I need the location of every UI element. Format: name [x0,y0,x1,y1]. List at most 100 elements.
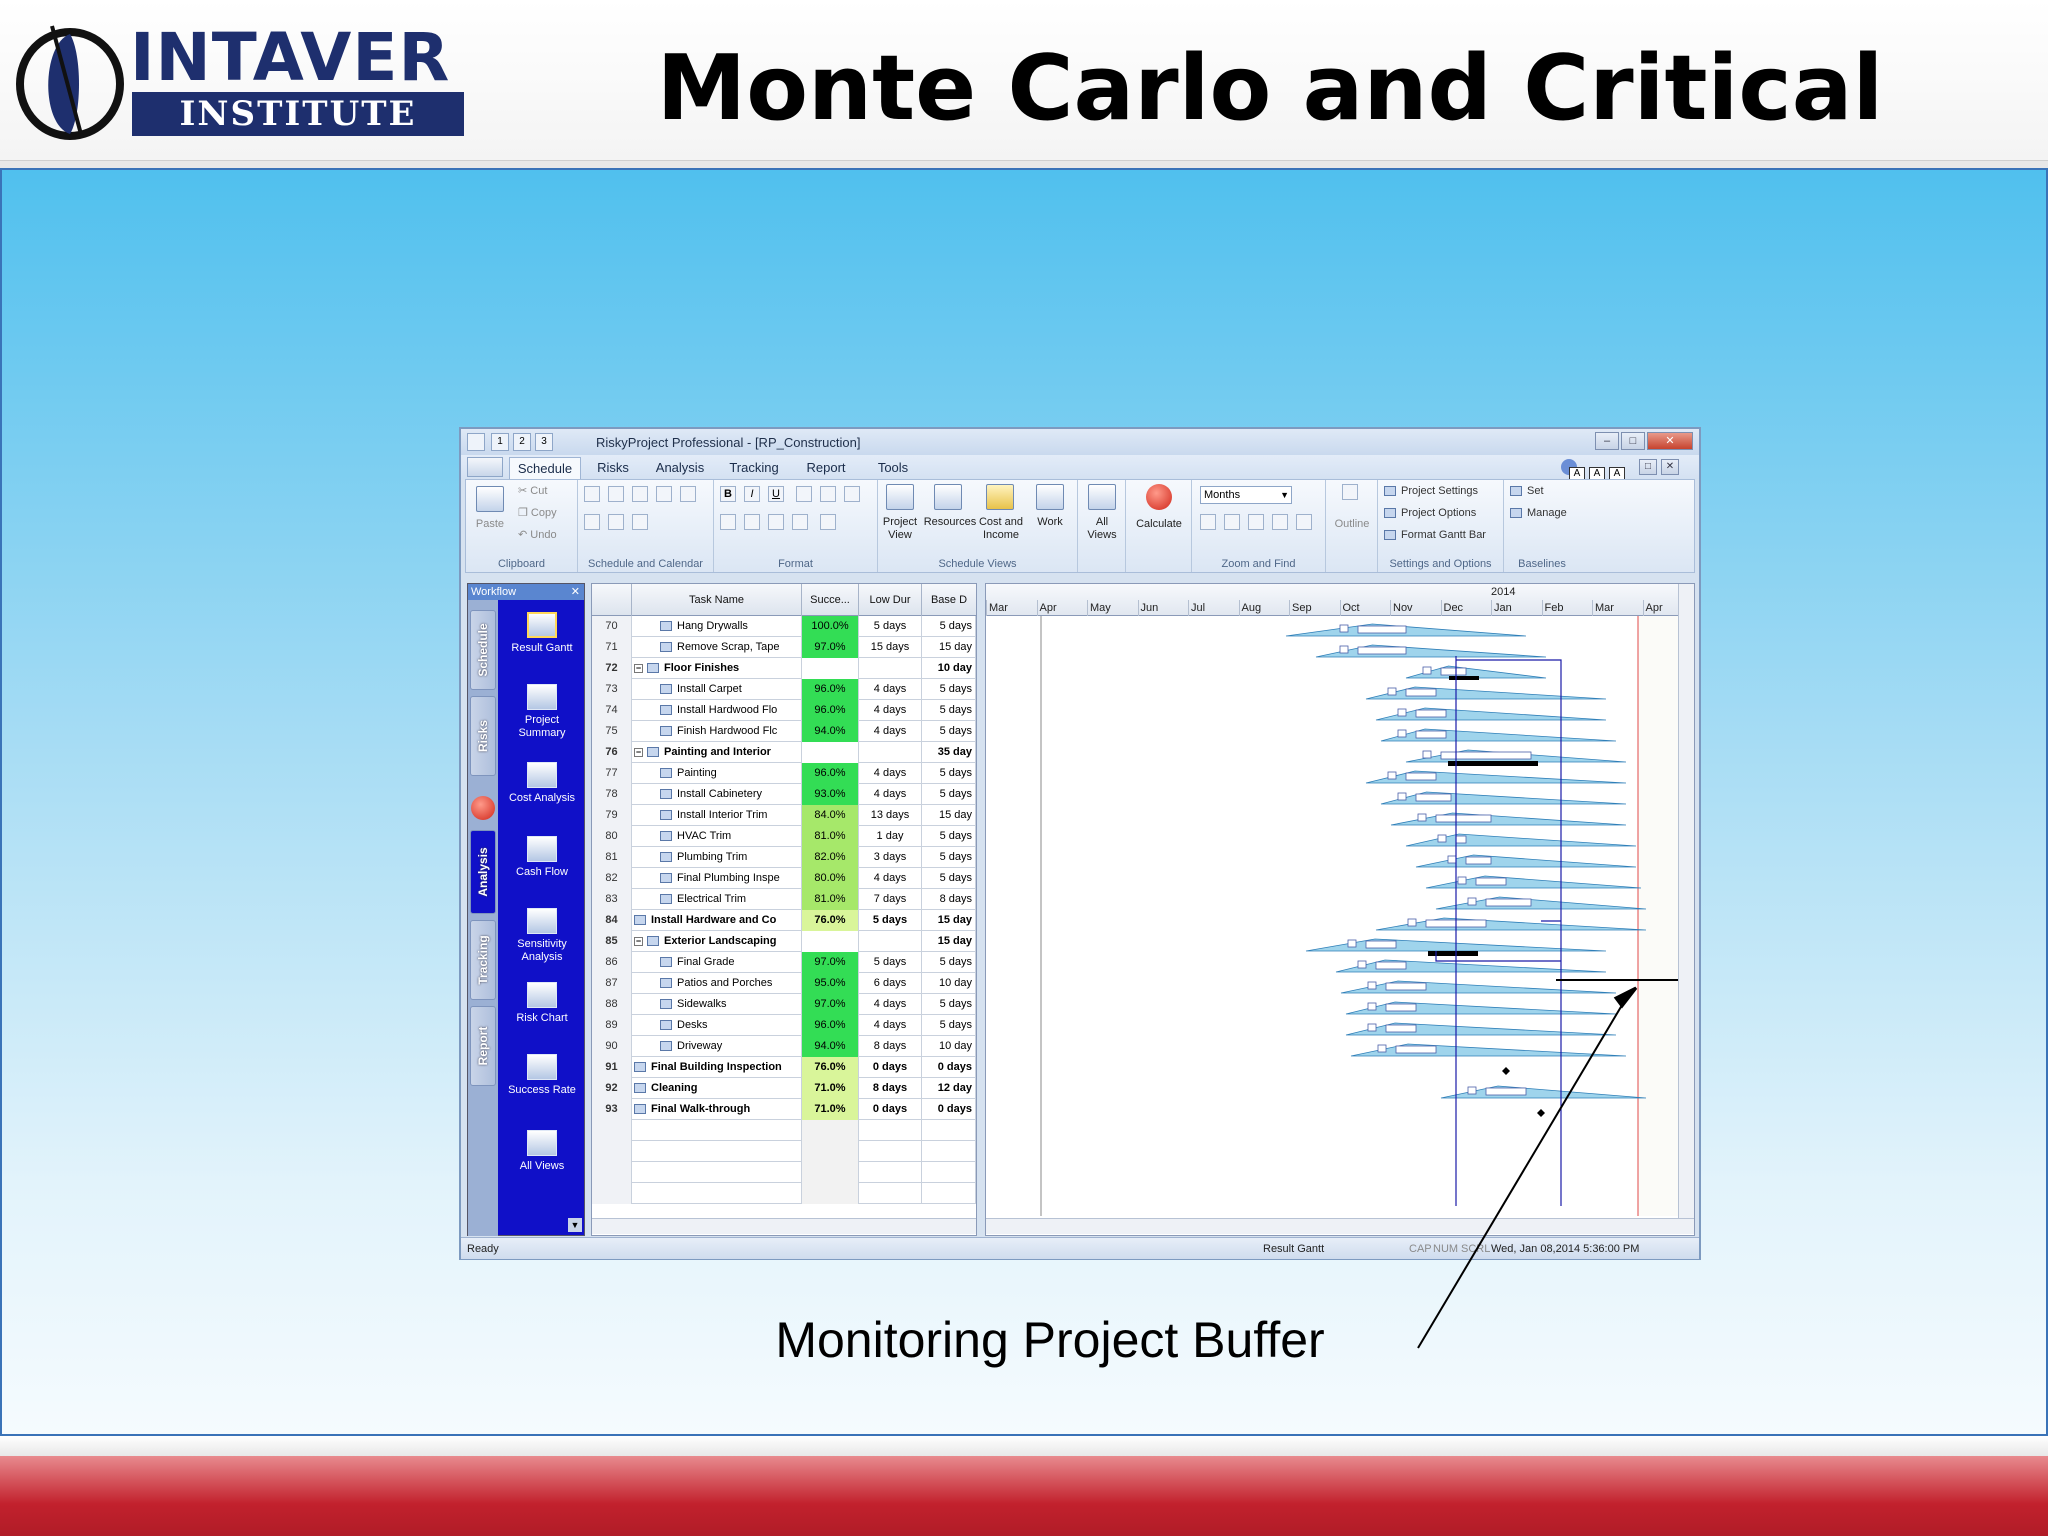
table-row[interactable]: 74 Install Hardwood Flo 96.0% 4 days 5 days [592,700,976,721]
format-icon-1[interactable] [720,514,736,530]
collapse-icon[interactable]: − [634,936,643,946]
align-right-icon[interactable] [844,486,860,502]
project-options-button[interactable]: Project Options [1384,506,1476,520]
calculate-button[interactable]: Calculate [1128,518,1190,531]
format-icon-4[interactable] [792,514,808,530]
table-row[interactable]: 70 Hang Drywalls 100.0% 5 days 5 days [592,616,976,637]
zoom-out-icon[interactable] [1224,514,1240,530]
table-row[interactable]: 90 Driveway 94.0% 8 days 10 day [592,1036,976,1057]
resources-icon[interactable] [934,484,962,510]
all-views-icon[interactable] [1088,484,1116,510]
vtab-analysis[interactable]: Analysis [470,830,496,914]
indent-icon[interactable] [584,486,600,502]
paste-icon[interactable] [476,486,504,512]
cost-income-button[interactable]: Cost and Income [976,516,1026,542]
close-icon[interactable]: ✕ [1647,432,1693,450]
find-icon[interactable] [1272,514,1288,530]
workflow-risk-chart[interactable]: Risk Chart [502,982,582,1025]
project-view-icon[interactable] [886,484,914,510]
tab-tracking[interactable]: Tracking [719,457,789,479]
workflow-all-views[interactable]: All Views [502,1130,582,1173]
maximize-icon[interactable]: □ [1621,432,1645,450]
tab-tools[interactable]: Tools [863,457,923,479]
unlink-icon[interactable] [656,486,672,502]
format-icon-2[interactable] [744,514,760,530]
col-low-dur[interactable]: Low Dur [859,584,922,616]
work-icon[interactable] [1036,484,1064,510]
move-left-icon[interactable] [584,514,600,530]
doc-close-icon[interactable]: ✕ [1661,459,1679,475]
workflow-sensitivity-analysis[interactable]: Sensitivity Analysis [502,908,582,964]
table-row[interactable]: 93 Final Walk-through 71.0% 0 days 0 days [592,1099,976,1120]
calculate-icon[interactable] [1146,484,1172,510]
table-row[interactable]: 79 Install Interior Trim 84.0% 13 days 15 da… [592,805,976,826]
split-icon[interactable] [680,486,696,502]
alert-icon[interactable] [471,796,495,820]
underline-button[interactable]: U [768,486,784,502]
copy-button[interactable]: ❐ Copy [518,506,557,520]
table-row[interactable]: 71 Remove Scrap, Tape 97.0% 15 days 15 day [592,637,976,658]
align-left-icon[interactable] [796,486,812,502]
table-row[interactable]: 89 Desks 96.0% 4 days 5 days [592,1015,976,1036]
workflow-project-summary[interactable]: Project Summary [502,684,582,740]
format-gantt-button[interactable]: Format Gantt Bar [1384,528,1486,542]
tab-report[interactable]: Report [793,457,859,479]
clear-icon[interactable] [1296,514,1312,530]
timescale-select[interactable]: Months ▼ [1200,486,1292,504]
collapse-icon[interactable]: − [634,663,643,673]
italic-button[interactable]: I [744,486,760,502]
bold-button[interactable]: B [720,486,736,502]
gantt-vertical-scrollbar[interactable] [1678,584,1694,1218]
gantt-horizontal-scrollbar[interactable] [986,1218,1694,1234]
workflow-cash-flow[interactable]: Cash Flow [502,836,582,879]
paste-button[interactable]: Paste [468,518,512,531]
format-icon-3[interactable] [768,514,784,530]
project-settings-button[interactable]: Project Settings [1384,484,1478,498]
table-row[interactable]: 82 Final Plumbing Inspe 80.0% 4 days 5 days [592,868,976,889]
tab-schedule[interactable]: Schedule [509,457,581,479]
table-row[interactable]: 76− Painting and Interior 35 day [592,742,976,763]
all-views-button[interactable]: All Views [1082,516,1122,542]
project-view-button[interactable]: Project View [878,516,922,542]
link-icon[interactable] [632,486,648,502]
table-row[interactable]: 77 Painting 96.0% 4 days 5 days [592,763,976,784]
zoom-fit-icon[interactable] [1248,514,1264,530]
col-success[interactable]: Succe... [802,584,859,616]
format-icon-5[interactable] [820,514,836,530]
manage-baseline-button[interactable]: Manage [1510,506,1567,520]
restore-icon[interactable]: □ [1639,459,1657,475]
qat-button-2[interactable]: 2 [513,433,531,451]
workflow-success-rate[interactable]: Success Rate [502,1054,582,1097]
cost-income-icon[interactable] [986,484,1014,510]
table-row[interactable]: 81 Plumbing Trim 82.0% 3 days 5 days [592,847,976,868]
calendar-icon[interactable] [632,514,648,530]
qat-button-1[interactable]: 1 [491,433,509,451]
table-row[interactable]: 83 Electrical Trim 81.0% 7 days 8 days [592,889,976,910]
cut-button[interactable]: ✂ Cut [518,484,547,498]
table-row[interactable]: 73 Install Carpet 96.0% 4 days 5 days [592,679,976,700]
undo-button[interactable]: ↶ Undo [518,528,557,542]
app-menu-button[interactable] [467,457,503,477]
table-row[interactable]: 80 HVAC Trim 81.0% 1 day 5 days [592,826,976,847]
col-id[interactable] [592,584,632,616]
align-center-icon[interactable] [820,486,836,502]
app-icon[interactable] [467,433,485,451]
col-base-dur[interactable]: Base D [922,584,976,616]
resources-button[interactable]: Resources [922,516,978,529]
table-row[interactable]: 88 Sidewalks 97.0% 4 days 5 days [592,994,976,1015]
table-row[interactable]: 91 Final Building Inspection 76.0% 0 days 0 … [592,1057,976,1078]
set-baseline-button[interactable]: Set [1510,484,1544,498]
collapse-icon[interactable]: − [634,747,643,757]
vtab-risks[interactable]: Risks [470,696,496,776]
move-right-icon[interactable] [608,514,624,530]
vtab-tracking[interactable]: Tracking [470,920,496,1000]
workflow-cost-analysis[interactable]: Cost Analysis [502,762,582,805]
tab-risks[interactable]: Risks [585,457,641,479]
outdent-icon[interactable] [608,486,624,502]
table-row[interactable]: 78 Install Cabinetery 93.0% 4 days 5 days [592,784,976,805]
work-button[interactable]: Work [1028,516,1072,529]
zoom-in-icon[interactable] [1200,514,1216,530]
table-row[interactable]: 72− Floor Finishes 10 day [592,658,976,679]
workflow-result-gantt[interactable]: Result Gantt [502,612,582,655]
table-row[interactable]: 87 Patios and Porches 95.0% 6 days 10 day [592,973,976,994]
